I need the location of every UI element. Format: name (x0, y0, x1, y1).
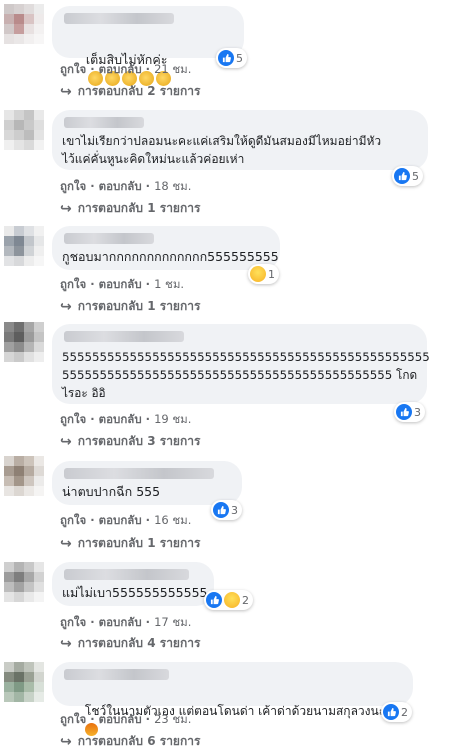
comment-text: กูชอบมากกกกกกกกกกกกก555555555 (62, 249, 279, 264)
timestamp[interactable]: 19 ชม. (154, 412, 191, 426)
timestamp[interactable]: 17 ชม. (154, 615, 191, 629)
view-replies-link[interactable]: ↪ การตอบกลับ 1 รายการ (60, 297, 200, 316)
reply-arrow-icon: ↪ (60, 298, 72, 315)
reply-arrow-icon: ↪ (60, 733, 72, 750)
comment-bubble: น่าตบปากฉีก 555 (52, 461, 242, 505)
author-name-blurred[interactable] (64, 117, 144, 128)
reply-arrow-icon: ↪ (60, 433, 72, 450)
replies-count-label: การตอบกลับ 1 รายการ (77, 201, 201, 215)
reply-link[interactable]: ตอบกลับ (99, 179, 142, 193)
author-name-blurred[interactable] (64, 233, 154, 244)
replies-count-label: การตอบกลับ 4 รายการ (77, 636, 201, 650)
like-icon (394, 168, 410, 184)
reply-arrow-icon: ↪ (60, 200, 72, 217)
reply-arrow-icon: ↪ (60, 535, 72, 552)
timestamp[interactable]: 16 ชม. (154, 513, 191, 527)
reply-link[interactable]: ตอบกลับ (99, 62, 142, 76)
replies-count-label: การตอบกลับ 1 รายการ (77, 299, 201, 313)
reply-link[interactable]: ตอบกลับ (99, 513, 142, 527)
like-link[interactable]: ถูกใจ (60, 513, 86, 527)
like-link[interactable]: ถูกใจ (60, 62, 86, 76)
reply-arrow-icon: ↪ (60, 83, 72, 100)
like-icon (206, 592, 222, 608)
replies-count-label: การตอบกลับ 3 รายการ (77, 434, 201, 448)
author-name-blurred[interactable] (64, 331, 184, 342)
comment-bubble: เขาไม่เรียกว่าปลอมนะคะแค่เสริมให้ดูดีมัน… (52, 110, 428, 170)
reaction-count: 5 (412, 169, 419, 183)
timestamp[interactable]: 23 ชม. (154, 712, 191, 726)
reaction-count: 3 (414, 405, 421, 419)
reply-link[interactable]: ตอบกลับ (99, 615, 142, 629)
view-replies-link[interactable]: ↪ การตอบกลับ 4 รายการ (60, 634, 200, 653)
comment-bubble: เต็มสิบไม่หักค่ะ (52, 6, 244, 86)
avatar[interactable] (4, 226, 44, 266)
timestamp[interactable]: 21 ชม. (154, 62, 191, 76)
author-name-blurred[interactable] (64, 13, 174, 24)
like-link[interactable]: ถูกใจ (60, 712, 86, 726)
like-link[interactable]: ถูกใจ (60, 179, 86, 193)
reaction-count: 2 (242, 593, 249, 607)
like-link[interactable]: ถูกใจ (60, 412, 86, 426)
like-icon (213, 502, 229, 518)
comment-bubble: 5555555555555555555555555555555555555555… (52, 324, 430, 404)
reaction-badge[interactable]: 2 (204, 590, 253, 610)
reply-link[interactable]: ตอบกลับ (99, 277, 142, 291)
comment-text: 5555555555555555555555555555555555555555… (62, 350, 430, 400)
avatar[interactable] (4, 322, 44, 362)
reaction-count: 5 (236, 51, 243, 65)
avatar[interactable] (4, 562, 44, 602)
replies-count-label: การตอบกลับ 6 รายการ (77, 734, 201, 748)
reaction-count: 1 (268, 267, 275, 281)
replies-count-label: การตอบกลับ 1 รายการ (77, 536, 201, 550)
view-replies-link[interactable]: ↪ การตอบกลับ 1 รายการ (60, 199, 200, 218)
reaction-badge[interactable]: 2 (381, 702, 412, 722)
comment-text: เขาไม่เรียกว่าปลอมนะคะแค่เสริมให้ดูดีมัน… (62, 134, 382, 166)
like-icon (218, 50, 234, 66)
reply-link[interactable]: ตอบกลับ (99, 412, 142, 426)
like-link[interactable]: ถูกใจ (60, 615, 86, 629)
comment-bubble: แม่ไม่เบา555555555555 (52, 562, 214, 606)
view-replies-link[interactable]: ↪ การตอบกลับ 1 รายการ (60, 534, 200, 553)
haha-reaction-icon (224, 592, 240, 608)
comment-bubble: โชว์ในนามตัวเอง แต่ตอนโดนด่า เค้าด่าด้วย… (52, 662, 413, 736)
timestamp[interactable]: 18 ชม. (154, 179, 191, 193)
avatar[interactable] (4, 456, 44, 496)
comment-text: แม่ไม่เบา555555555555 (62, 585, 208, 600)
like-icon (396, 404, 412, 420)
reaction-count: 3 (231, 503, 238, 517)
reaction-badge[interactable]: 5 (392, 166, 423, 186)
author-name-blurred[interactable] (64, 468, 214, 479)
comment-bubble: กูชอบมากกกกกกกกกกกกก555555555 (52, 226, 280, 270)
reaction-badge[interactable]: 5 (216, 48, 247, 68)
reaction-badge[interactable]: 3 (394, 402, 425, 422)
avatar[interactable] (4, 110, 44, 150)
reaction-badge[interactable]: 1 (248, 264, 279, 284)
like-icon (383, 704, 399, 720)
view-replies-link[interactable]: ↪ การตอบกลับ 6 รายการ (60, 732, 200, 751)
comment-text: น่าตบปากฉีก 555 (62, 484, 161, 499)
haha-reaction-icon (250, 266, 266, 282)
reaction-count: 2 (401, 705, 408, 719)
view-replies-link[interactable]: ↪ การตอบกลับ 2 รายการ (60, 82, 200, 101)
timestamp[interactable]: 1 ชม. (154, 277, 184, 291)
avatar[interactable] (4, 4, 44, 44)
author-name-blurred[interactable] (64, 669, 169, 680)
reaction-badge[interactable]: 3 (211, 500, 242, 520)
view-replies-link[interactable]: ↪ การตอบกลับ 3 รายการ (60, 432, 200, 451)
reply-arrow-icon: ↪ (60, 635, 72, 652)
author-name-blurred[interactable] (64, 569, 189, 580)
like-link[interactable]: ถูกใจ (60, 277, 86, 291)
avatar[interactable] (4, 662, 44, 702)
replies-count-label: การตอบกลับ 2 รายการ (77, 84, 201, 98)
reply-link[interactable]: ตอบกลับ (99, 712, 142, 726)
